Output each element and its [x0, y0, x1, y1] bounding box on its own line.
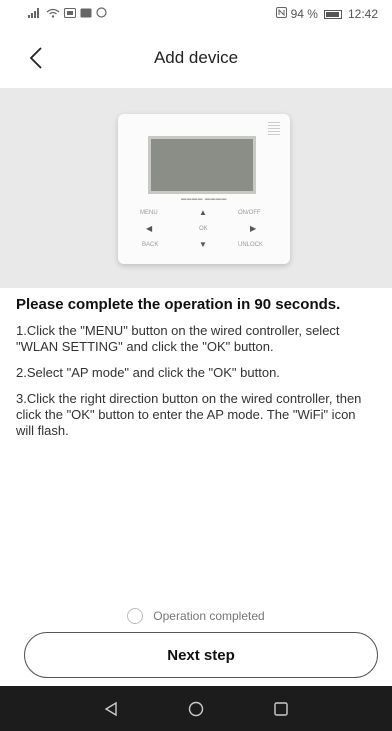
system-nav-bar [0, 686, 392, 731]
controller-onoff-label: ON/OFF [238, 210, 261, 216]
nav-back-button[interactable] [95, 693, 127, 725]
triangle-back-icon [104, 701, 117, 716]
right-arrow-icon: ▶ [250, 224, 257, 233]
status-icons-left [28, 7, 107, 21]
nav-home-button[interactable] [180, 693, 212, 725]
controller-brand: ▬▬▬▬ ▬▬▬▬ [181, 196, 227, 202]
time-limit-warning: Please complete the operation in 90 seco… [16, 296, 341, 313]
clock: 12:42 [347, 7, 378, 21]
chevron-left-icon [29, 47, 42, 69]
message-icon [80, 8, 92, 21]
controller-back-label: BACK [142, 242, 159, 248]
wifi-icon [46, 8, 60, 21]
controller-ok-label: OK [199, 226, 208, 232]
instruction-step-3: 3.Click the right direction button on th… [16, 391, 362, 438]
back-button[interactable] [20, 42, 52, 74]
square-recents-icon [274, 701, 289, 716]
controller-screen [148, 136, 256, 194]
controller-image-area: ▬▬▬▬ ▬▬▬▬ MENU ▲ ON/OFF ◀ OK ▶ BACK ▼ UN… [0, 88, 392, 288]
instructions: Please complete the operation in 90 seco… [0, 288, 392, 439]
speaker-grille [268, 122, 280, 136]
circle-home-icon [188, 701, 204, 716]
operation-completed-radio[interactable] [127, 608, 144, 624]
controller-unlock-label: UNLOCK [238, 242, 264, 248]
whatsapp-icon [96, 7, 107, 21]
signal-icon [28, 7, 42, 21]
next-step-button[interactable]: Next step [24, 632, 378, 678]
notification-icon [64, 7, 76, 21]
instruction-step-2: 2.Select "AP mode" and click the "OK" bu… [16, 365, 280, 380]
up-arrow-icon: ▲ [199, 208, 207, 217]
status-icons-right: 94 % 12:42 [275, 7, 378, 21]
operation-completed-option[interactable]: Operation completed [0, 608, 392, 624]
nav-recents-button[interactable] [265, 693, 297, 725]
wired-controller-image: ▬▬▬▬ ▬▬▬▬ MENU ▲ ON/OFF ◀ OK ▶ BACK ▼ UN… [118, 114, 290, 264]
header: Add device [0, 28, 392, 88]
down-arrow-icon: ▼ [199, 240, 207, 249]
nfc-icon [275, 7, 287, 21]
battery-icon [323, 9, 342, 19]
battery-percent: 94 % [290, 7, 318, 21]
instruction-step-1: 1.Click the "MENU" button on the wired c… [16, 323, 340, 354]
operation-completed-label: Operation completed [153, 609, 265, 623]
controller-menu-label: MENU [140, 210, 158, 216]
left-arrow-icon: ◀ [146, 224, 153, 233]
status-bar: 94 % 12:42 [0, 0, 392, 28]
page-title: Add device [153, 48, 239, 67]
